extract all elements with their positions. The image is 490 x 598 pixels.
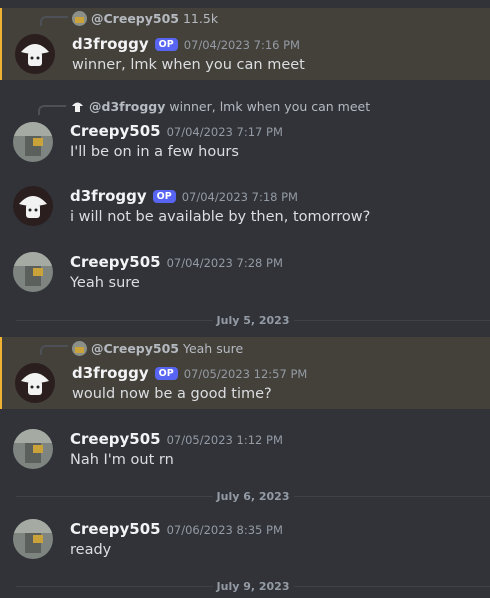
timestamp[interactable]: 07/06/2023 8:35 PM	[167, 523, 283, 537]
divider-date: July 9, 2023	[216, 579, 290, 593]
reply-preview[interactable]: @d3froggy winner, lmk when you can meet	[70, 99, 370, 114]
message[interactable]: Creepy505 07/05/2023 1:12 PM Nah I'm out…	[0, 425, 490, 475]
message-text: would now be a good time?	[72, 386, 272, 402]
message-text: Nah I'm out rn	[70, 452, 174, 468]
reply-text: 11.5k	[182, 11, 219, 26]
divider-date: July 6, 2023	[216, 489, 290, 503]
divider-line	[16, 585, 213, 587]
reply-author[interactable]: @d3froggy	[89, 99, 165, 114]
message-header: Creepy505 07/04/2023 7:17 PM	[70, 122, 283, 140]
username[interactable]: Creepy505	[70, 122, 161, 140]
d3froggy-mini-avatar	[70, 99, 85, 114]
username[interactable]: d3froggy	[70, 187, 147, 205]
timestamp[interactable]: 07/05/2023 12:57 PM	[184, 367, 308, 381]
reply-text: winner, lmk when you can meet	[169, 99, 371, 114]
message-header: Creepy505 07/05/2023 1:12 PM	[70, 430, 283, 448]
divider-line	[293, 495, 490, 497]
message-text: winner, lmk when you can meet	[72, 57, 305, 73]
divider-line	[293, 319, 490, 321]
reply-text: Yeah sure	[182, 341, 244, 356]
reply-connector	[38, 105, 66, 115]
reply-connector	[40, 16, 68, 26]
timestamp[interactable]: 07/04/2023 7:17 PM	[167, 125, 283, 139]
avatar[interactable]	[13, 122, 53, 162]
message-text: i will not be available by then, tomorro…	[70, 209, 371, 225]
message[interactable]: Creepy505 07/04/2023 7:28 PM Yeah sure	[0, 248, 490, 298]
message[interactable]: @Creepy505 11.5k d3froggy OP 07/04/2023 …	[0, 8, 490, 80]
message-header: d3froggy OP 07/04/2023 7:16 PM	[72, 35, 300, 53]
divider-line	[293, 585, 490, 587]
creepy-mini-avatar	[72, 341, 87, 356]
reply-connector	[40, 345, 68, 355]
avatar[interactable]	[15, 363, 55, 403]
avatar[interactable]	[13, 429, 53, 469]
op-badge: OP	[152, 190, 176, 203]
message-header: Creepy505 07/04/2023 7:28 PM	[70, 253, 283, 271]
message[interactable]: @Creepy505 Yeah sure d3froggy OP 07/05/2…	[0, 337, 490, 409]
username[interactable]: d3froggy	[72, 35, 149, 53]
divider-line	[16, 319, 213, 321]
date-divider: July 9, 2023	[16, 579, 490, 593]
date-divider: July 6, 2023	[16, 489, 490, 503]
reply-preview[interactable]: @Creepy505 11.5k	[72, 11, 218, 26]
message[interactable]: @d3froggy winner, lmk when you can meet …	[0, 96, 490, 172]
avatar[interactable]	[13, 519, 53, 559]
message-header: d3froggy OP 07/05/2023 12:57 PM	[72, 364, 307, 382]
message-header: Creepy505 07/06/2023 8:35 PM	[70, 520, 283, 538]
message-text: I'll be on in a few hours	[70, 144, 239, 160]
username[interactable]: Creepy505	[70, 520, 161, 538]
timestamp[interactable]: 07/04/2023 7:18 PM	[182, 190, 298, 204]
avatar[interactable]	[13, 186, 53, 226]
timestamp[interactable]: 07/05/2023 1:12 PM	[167, 433, 283, 447]
divider-date: July 5, 2023	[216, 313, 290, 327]
avatar[interactable]	[15, 34, 55, 74]
avatar[interactable]	[13, 252, 53, 292]
reply-author[interactable]: @Creepy505	[91, 341, 179, 356]
message-text: Yeah sure	[70, 275, 140, 291]
message-text: ready	[70, 542, 112, 558]
reply-author[interactable]: @Creepy505	[91, 11, 179, 26]
reply-preview[interactable]: @Creepy505 Yeah sure	[72, 341, 243, 356]
message[interactable]: Creepy505 07/06/2023 8:35 PM ready	[0, 516, 490, 566]
message-header: d3froggy OP 07/04/2023 7:18 PM	[70, 187, 298, 205]
op-badge: OP	[154, 38, 178, 51]
username[interactable]: Creepy505	[70, 430, 161, 448]
op-badge: OP	[154, 367, 178, 380]
divider-line	[16, 495, 213, 497]
creepy-mini-avatar	[72, 11, 87, 26]
timestamp[interactable]: 07/04/2023 7:16 PM	[184, 38, 300, 52]
message[interactable]: d3froggy OP 07/04/2023 7:18 PM i will no…	[0, 182, 490, 232]
timestamp[interactable]: 07/04/2023 7:28 PM	[167, 256, 283, 270]
username[interactable]: Creepy505	[70, 253, 161, 271]
date-divider: July 5, 2023	[16, 313, 490, 327]
username[interactable]: d3froggy	[72, 364, 149, 382]
